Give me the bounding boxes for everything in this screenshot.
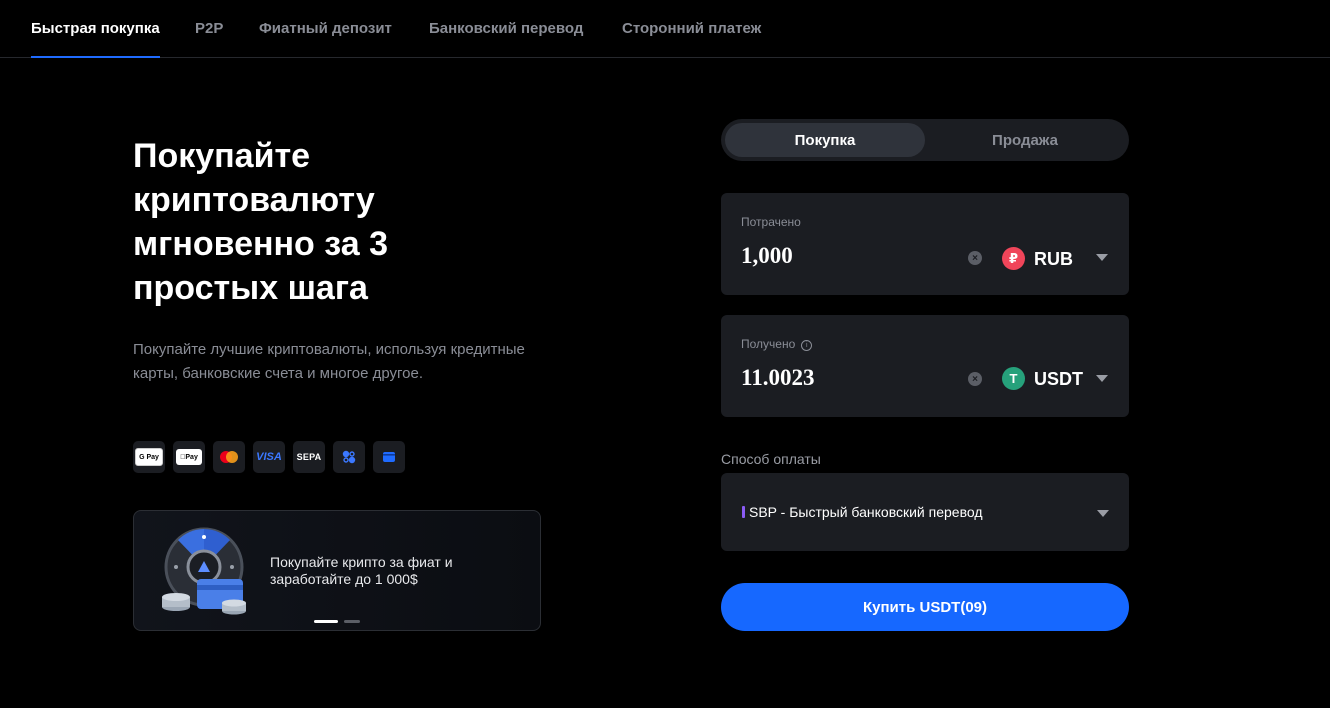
promo-dot-active[interactable] [314,620,338,623]
wallet-connect-icon [333,441,365,473]
hero-title: Покупайте криптовалюту мгновенно за 3 пр… [133,137,388,307]
promo-banner[interactable]: Покупайте крипто за фиат и заработайте д… [133,510,541,631]
google-pay-icon: G Pay [133,441,165,473]
apple-pay-label: Pay [176,449,202,465]
promo-text: Покупайте крипто за фиат и заработайте д… [270,554,453,587]
promo-wheel-coins-icon [162,527,246,615]
receive-field: Полученоi × T USDT [721,315,1129,417]
visa-label: VISA [256,451,282,463]
top-tab-bar: Быстрая покупка P2P Фиатный депозит Банк… [0,0,1330,58]
payment-method-select[interactable]: SBP - Быстрый банковский перевод [721,473,1129,551]
sepa-icon: SEPA [293,441,325,473]
receive-currency-chevron-down-icon[interactable] [1096,375,1108,382]
receive-amount-input[interactable] [741,363,941,393]
spend-amount-input[interactable] [741,241,941,271]
payment-method-value: SBP - Быстрый банковский перевод [749,504,983,520]
usdt-currency-icon: T [1002,367,1025,390]
tab-third-party-payment[interactable]: Сторонний платеж [622,20,761,58]
google-pay-label: G Pay [135,448,163,466]
tab-bank-transfer[interactable]: Банковский перевод [429,20,583,58]
payment-method-label: Способ оплаты [721,451,821,467]
rub-currency-icon: ₽ [1002,247,1025,270]
clear-spend-icon[interactable]: × [968,251,982,265]
buy-toggle[interactable]: Покупка [725,123,925,157]
card-wallet-icon [373,441,405,473]
tab-fiat-deposit[interactable]: Фиатный депозит [259,20,392,58]
receive-label: Получено i [741,337,813,351]
info-icon[interactable]: i [801,340,813,351]
hero-subtitle: Покупайте лучшие криптовалюты, используя… [133,341,525,382]
tab-quick-buy[interactable]: Быстрая покупка [31,20,160,58]
payment-method-marker [742,506,745,518]
tab-p2p[interactable]: P2P [195,20,223,58]
spend-label: Потрачено [741,215,801,229]
spend-field: Потрачено × ₽ RUB [721,193,1129,295]
payment-method-chevron-down-icon[interactable] [1097,510,1109,517]
sepa-label: SEPA [296,452,322,462]
spend-currency-code[interactable]: RUB [1034,249,1073,270]
apple-pay-icon: Pay [173,441,205,473]
mastercard-icon [213,441,245,473]
sell-toggle[interactable]: Продажа [925,123,1125,157]
buy-usdt-button[interactable]: Купить USDT(09) [721,583,1129,631]
receive-currency-code[interactable]: USDT [1034,369,1083,390]
spend-currency-chevron-down-icon[interactable] [1096,254,1108,261]
visa-icon: VISA [253,441,285,473]
promo-dot[interactable] [344,620,360,623]
buy-sell-switch: Покупка Продажа [721,119,1129,161]
clear-receive-icon[interactable]: × [968,372,982,386]
